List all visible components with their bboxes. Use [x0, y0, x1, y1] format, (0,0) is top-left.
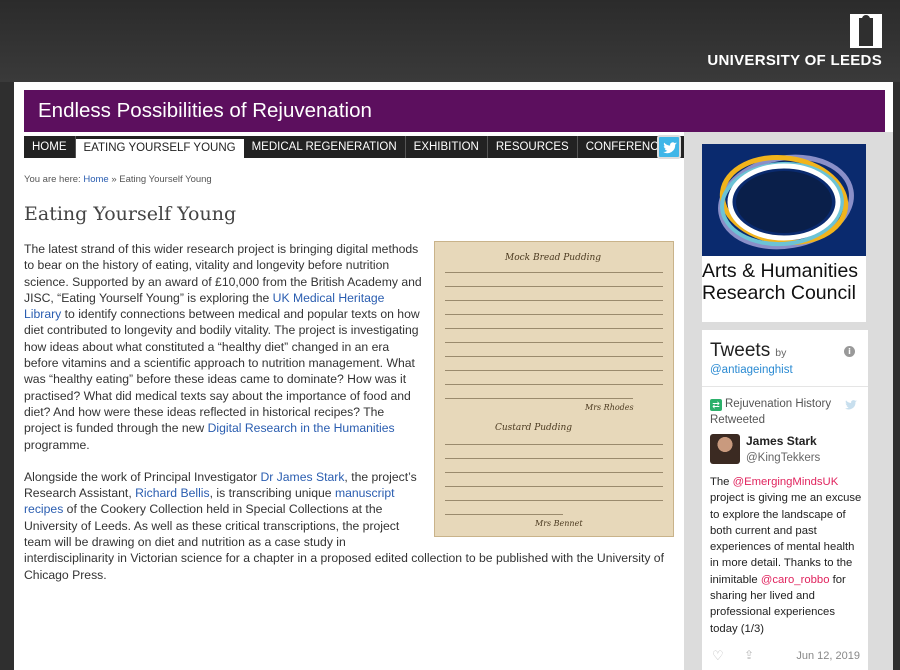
richard-bellis-link[interactable]: Richard Bellis	[135, 486, 210, 500]
nav-eating-yourself-young[interactable]: EATING YOURSELF YOUNG	[75, 139, 244, 158]
ahrc-line-2: Research Council	[702, 282, 856, 304]
tweets-divider	[702, 386, 868, 387]
ahrc-name: Arts & Humanities Research Council	[702, 260, 858, 304]
breadcrumb-prefix: You are here:	[24, 174, 84, 185]
site-header: UNIVERSITY OF LEEDS	[0, 0, 900, 82]
manuscript-heading-1: Mock Bread Pudding	[505, 253, 602, 263]
tweet-author-handle[interactable]: @KingTekkers	[746, 452, 820, 464]
sidebar: Arts & Humanities Research Council Tweet…	[684, 132, 893, 670]
tweets-header: Tweets by @antiageinghist	[710, 340, 793, 376]
digital-research-humanities-link[interactable]: Digital Research in the Humanities	[208, 421, 395, 435]
breadcrumb-separator: »	[108, 174, 120, 185]
manuscript-heading-2: Custard Pudding	[495, 423, 573, 433]
manuscript-recipe-image[interactable]: Mock Bread Pudding Mrs Rhodes Custard Pu…	[434, 241, 674, 537]
nav-medical-regeneration[interactable]: MEDICAL REGENERATION	[244, 136, 406, 158]
breadcrumb-current: Eating Yourself Young	[119, 174, 212, 185]
breadcrumb-home-link[interactable]: Home	[83, 174, 108, 185]
breadcrumb: You are here: Home » Eating Yourself You…	[24, 174, 674, 185]
nav-home[interactable]: HOME	[24, 136, 76, 158]
tweets-by: by	[775, 347, 787, 359]
james-stark-link[interactable]: Dr James Stark	[260, 470, 344, 484]
tweet-mention-caro-robbo[interactable]: @caro_robbo	[761, 574, 830, 586]
site-banner: Endless Possibilities of Rejuvenation	[24, 90, 885, 132]
ahrc-logo[interactable]: Arts & Humanities Research Council	[702, 144, 866, 322]
twitter-bird-icon[interactable]	[657, 135, 681, 159]
manuscript-signature-2: Mrs Bennet	[535, 519, 583, 528]
twitter-timeline: Tweets by @antiageinghist i ⇄ Rejuvenatio…	[702, 330, 868, 670]
nav-exhibition[interactable]: EXHIBITION	[406, 136, 488, 158]
info-icon[interactable]: i	[844, 346, 855, 357]
main-content: You are here: Home » Eating Yourself You…	[24, 174, 674, 582]
avatar[interactable]	[710, 434, 740, 464]
twitter-bird-icon[interactable]	[844, 396, 858, 415]
share-icon[interactable]: ⇪	[744, 648, 754, 662]
university-logo[interactable]: UNIVERSITY OF LEEDS	[707, 14, 882, 69]
tweet-text: The @EmergingMindsUK project is giving m…	[710, 476, 862, 635]
main-nav: HOME EATING YOURSELF YOUNG MEDICAL REGEN…	[24, 136, 725, 158]
tweet-mention-emergingminds[interactable]: @EmergingMindsUK	[733, 476, 839, 488]
retweet-label: ⇄ Rejuvenation History Retweeted	[710, 396, 860, 428]
parkinson-tower-icon	[850, 14, 882, 48]
tweets-title: Tweets	[710, 340, 771, 361]
site-title[interactable]: Endless Possibilities of Rejuvenation	[38, 99, 372, 123]
ahrc-rings-icon	[702, 144, 866, 256]
ahrc-line-1: Arts & Humanities	[702, 260, 859, 282]
university-name: UNIVERSITY OF LEEDS	[707, 52, 882, 69]
tweet-date[interactable]: Jun 12, 2019	[796, 650, 860, 662]
tweet-author-name[interactable]: James Stark	[746, 434, 817, 448]
article-body: Mock Bread Pudding Mrs Rhodes Custard Pu…	[24, 241, 674, 599]
manuscript-signature-1: Mrs Rhodes	[585, 403, 634, 412]
retweet-icon: ⇄	[710, 399, 722, 411]
page-frame: Endless Possibilities of Rejuvenation HO…	[14, 82, 893, 670]
nav-resources[interactable]: RESOURCES	[488, 136, 578, 158]
tweets-handle-link[interactable]: @antiageinghist	[710, 364, 793, 376]
retweeted-by-text: Rejuvenation History Retweeted	[710, 398, 832, 426]
heart-icon[interactable]: ♡	[712, 648, 724, 664]
page-title: Eating Yourself Young	[24, 203, 237, 225]
